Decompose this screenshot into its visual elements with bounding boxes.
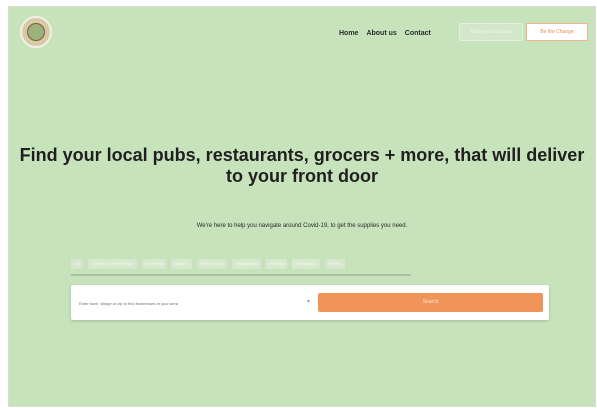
- filter-all[interactable]: All: [71, 259, 84, 269]
- filter-bakers[interactable]: Bakers: [171, 259, 192, 269]
- add-business-button[interactable]: Add your business: [459, 23, 523, 41]
- nav-about-us[interactable]: About us: [366, 30, 396, 37]
- page-title: Find your local pubs, restaurants, groce…: [19, 145, 585, 186]
- filter-restaurants[interactable]: Restaurants: [231, 259, 262, 269]
- logo-emblem: [27, 23, 45, 41]
- nav-contact[interactable]: Contact: [405, 30, 431, 37]
- be-the-change-button[interactable]: Be the Change: [526, 23, 588, 41]
- main-nav: Home About us Contact: [339, 30, 431, 37]
- filter-takeaways[interactable]: Takeaways: [292, 259, 321, 269]
- search-button[interactable]: Search: [318, 293, 543, 312]
- category-filters: All Grocers & Farm Shops Butchers Bakers…: [71, 257, 549, 271]
- filter-scroll-indicator: [71, 274, 411, 276]
- logo-icon[interactable]: [20, 16, 52, 48]
- nav-home[interactable]: Home: [339, 30, 358, 37]
- filter-pubs[interactable]: Pubs & Bars: [196, 259, 227, 269]
- filter-butchers[interactable]: Butchers: [142, 259, 167, 269]
- page-subtitle: We're here to help you navigate around C…: [196, 223, 408, 229]
- filter-florists[interactable]: Florists: [266, 259, 288, 269]
- page: Home About us Contact Add your business …: [9, 7, 595, 406]
- filter-grocers[interactable]: Grocers & Farm Shops: [88, 259, 138, 269]
- search-input[interactable]: [77, 294, 313, 313]
- chevron-down-icon[interactable]: ▾: [307, 298, 310, 305]
- search-card: ▾ Search: [71, 285, 549, 320]
- filter-others[interactable]: Others: [325, 259, 346, 269]
